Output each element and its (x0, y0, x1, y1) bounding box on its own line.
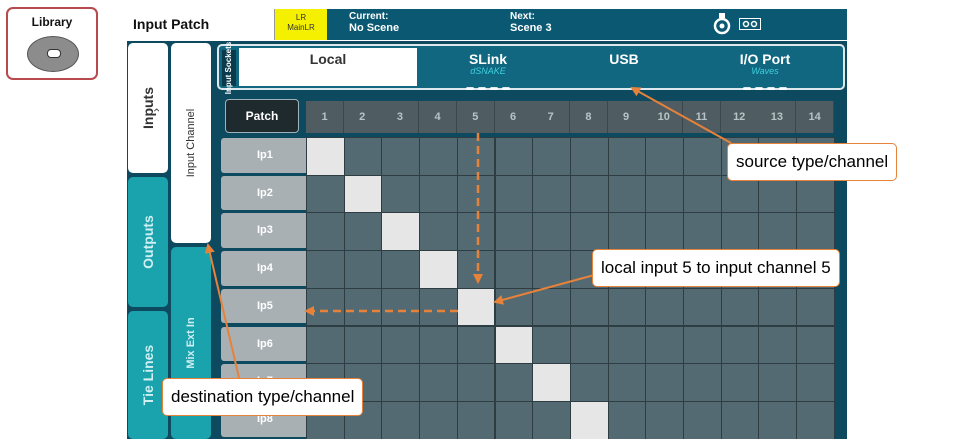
destination-arrow (204, 243, 241, 383)
local-arrow (493, 273, 599, 305)
destination-annotation: destination type/channel (162, 378, 364, 416)
source-annotation: source type/channel (727, 143, 898, 181)
annotation-layer (204, 87, 732, 383)
source-arrow (630, 87, 732, 144)
local-annotation: local input 5 to input channel 5 (592, 249, 840, 287)
